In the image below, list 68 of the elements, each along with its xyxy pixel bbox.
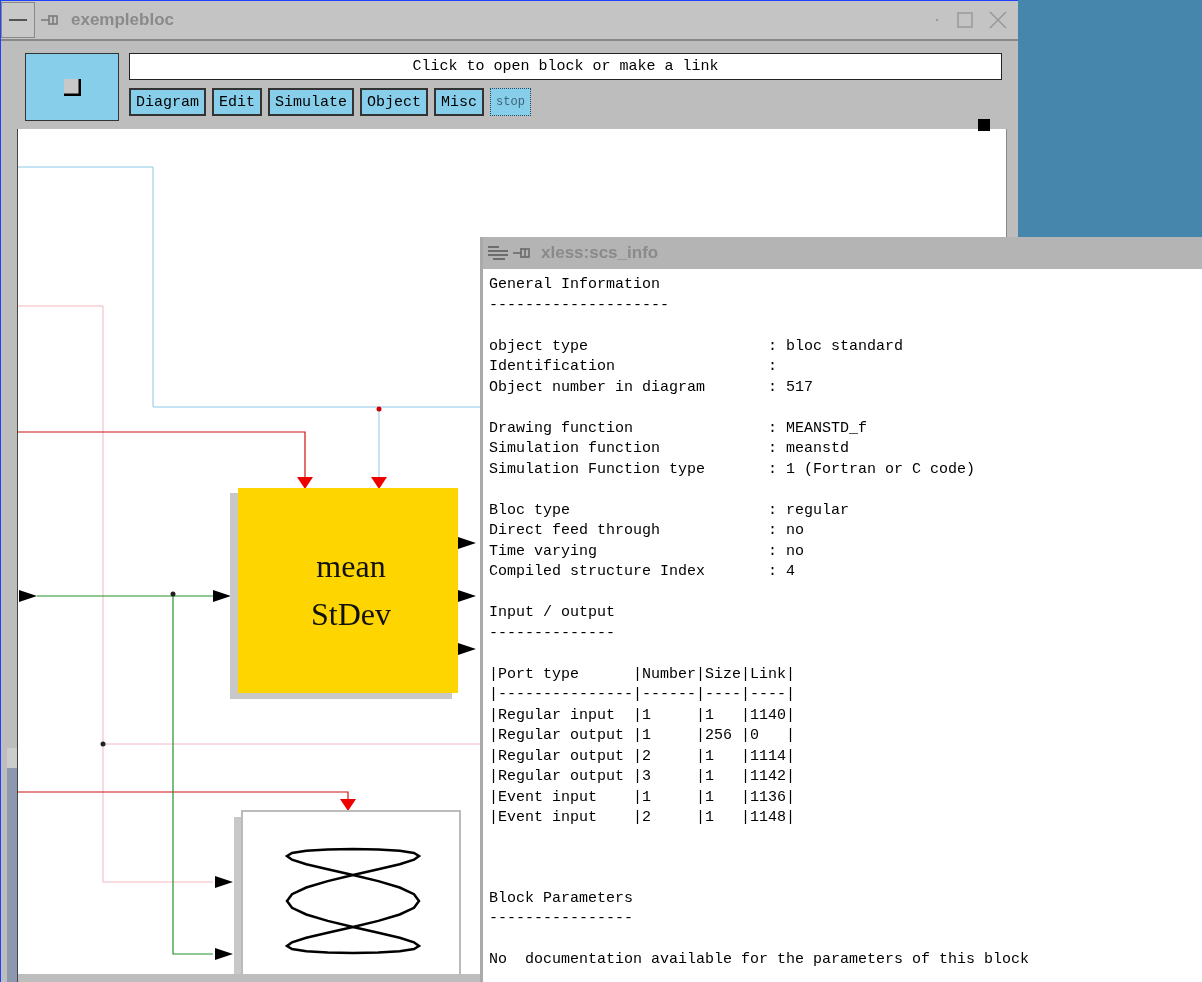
field-label: Identification [489,357,617,377]
event-port-arrow [371,477,387,489]
resize-handle[interactable] [978,119,990,131]
event-port-arrow [340,799,356,811]
menu-button[interactable]: Misc [434,88,485,116]
table-line: |Event input |1 |1 |1136| [489,787,797,808]
menu-button[interactable]: Diagram [129,88,206,116]
field-label: Time varying [489,541,599,562]
port-arrow [458,643,476,655]
field-value: : MEANSTD_f [768,418,868,439]
port-arrow [19,590,37,602]
field-label: Direct feed through [489,521,662,541]
field-value: : regular [768,500,850,521]
field-label: Object number in diagram [489,377,707,398]
link-split-dot [100,741,106,747]
field-value: : 517 [768,377,814,398]
block-icon [63,78,81,96]
block-label: mean [316,548,386,584]
heading-rule: -------------------- [489,295,671,316]
port-arrow [458,537,476,549]
block-label: StDev [311,596,391,632]
port-arrow [458,590,476,602]
menu-button[interactable]: Edit [212,88,263,116]
event-port-arrow [297,477,313,489]
heading-rule: -------------- [489,623,617,644]
field-value: : [768,357,778,377]
field-label: Simulation Function type [489,459,707,480]
link-split-dot [170,591,176,597]
window-menu-button[interactable] [1,2,35,38]
table-line: |Regular output |3 |1 |1142| [489,767,797,787]
table-line: |Regular output |1 |256 |0 | [489,726,797,746]
field-label: Simulation function [489,439,662,459]
menu-icon[interactable] [487,245,509,261]
table-line: |Regular output |2 |1 |1114| [489,746,797,767]
section-heading: Input / output [489,603,617,623]
table-line: |Port type |Number|Size|Link| [489,664,797,685]
window-title: exemplebloc [71,10,174,30]
port-arrow [213,590,231,602]
table-line: |Event input |2 |1 |1148| [489,808,797,828]
field-value: : 1 (Fortran or C code) [768,459,976,480]
field-label: object type [489,336,590,357]
field-value: : no [768,521,805,541]
field-value: : no [768,541,805,562]
field-label: Bloc type [489,500,571,521]
function-block[interactable] [238,488,458,693]
menu-button[interactable]: Object [360,88,429,116]
maximize-icon[interactable] [956,11,974,29]
menu-button[interactable]: Simulate [268,88,355,116]
table-line: |Regular input |1 |1 |1140| [489,705,797,726]
heading-rule: ---------------- [489,909,635,929]
close-icon[interactable] [988,10,1008,30]
field-label: Compiled structure Index [489,562,707,582]
section-heading: Block Parameters [489,888,635,909]
field-label: Drawing function [489,418,635,439]
port-arrow [215,948,233,960]
dash-icon [9,18,27,22]
pin-icon[interactable] [41,14,59,26]
port-arrow [215,876,233,888]
field-value: : meanstd [768,439,850,459]
pin-icon[interactable] [513,247,531,259]
message-field: Click to open block or make a link [129,53,1002,80]
field-value: : 4 [768,562,796,582]
table-line: |---------------|------|----|----| [489,685,797,705]
section-heading: General Information [489,275,662,295]
field-value: : bloc standard [768,336,904,357]
link-split-dot [376,406,382,412]
scope-block[interactable] [241,810,461,974]
text-line: No documentation available for the parameters of this block [489,950,1031,970]
